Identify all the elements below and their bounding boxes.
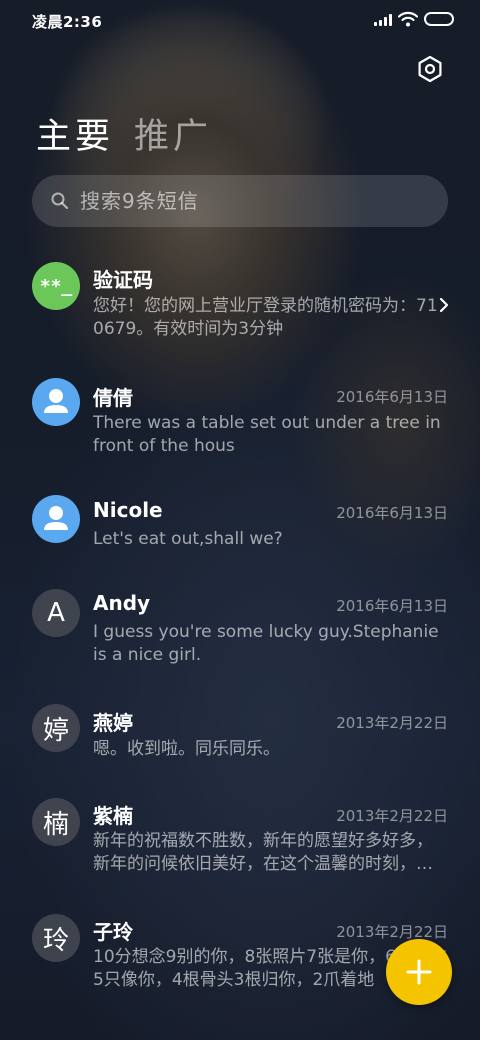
conversation-name: 子玲 [93, 920, 133, 944]
conversation-preview: I guess you're some lucky guy.Stephanie … [93, 622, 439, 665]
tab-bar: 主要 推广 [36, 108, 212, 158]
battery-icon [424, 12, 454, 26]
conversation-preview: There was a table set out under a tree i… [93, 413, 441, 456]
conversation-item[interactable]: A Andy 2016年6月13日 I guess you're some lu… [0, 586, 480, 686]
avatar-text: 楠 [42, 809, 69, 840]
avatar-text: 婷 [42, 715, 69, 746]
person-icon [44, 389, 68, 413]
avatar: **_ [32, 262, 80, 310]
avatar-text: **_ [39, 275, 73, 297]
conversation-date: 2016年6月13日 [336, 597, 448, 615]
conversation-name: 紫楠 [93, 804, 133, 828]
avatar: 婷 [32, 704, 80, 752]
conversation-item[interactable]: 婷 燕婷 2013年2月22日 嗯。收到啦。同乐同乐。 [0, 703, 480, 783]
conversation-item[interactable]: 楠 紫楠 2013年2月22日 新年的祝福数不胜数，新年的愿望好多好多，新年的问… [0, 796, 480, 896]
conversation-name: Nicole [93, 498, 163, 522]
conversation-date: 2016年6月13日 [336, 388, 448, 406]
conversation-preview: 嗯。收到啦。同乐同乐。 [93, 739, 280, 759]
wifi-icon [398, 11, 418, 27]
conversation-item[interactable]: 倩倩 2016年6月13日 There was a table set out … [0, 374, 480, 474]
conversation-preview: 新年的祝福数不胜数，新年的愿望好多好多，新年的问候依旧美好，在这个温馨的时刻，… [93, 831, 433, 874]
new-message-button[interactable] [386, 939, 452, 1005]
plus-icon [406, 959, 432, 985]
avatar [32, 378, 80, 426]
avatar: 玲 [32, 914, 80, 962]
gear-icon[interactable] [416, 55, 444, 83]
tab-promotions[interactable]: 推广 [134, 108, 212, 159]
status-time: 凌晨2:36 [32, 13, 103, 31]
conversation-name: 验证码 [93, 268, 153, 292]
tab-main[interactable]: 主要 [36, 108, 114, 159]
conversation-name: Andy [93, 591, 151, 615]
signal-icon [374, 14, 392, 26]
person-icon [44, 506, 68, 530]
conversation-name: 倩倩 [93, 386, 133, 410]
conversation-item[interactable]: Nicole 2016年6月13日 Let's eat out,shall we… [0, 492, 480, 572]
avatar: A [32, 589, 80, 637]
conversation-name: 燕婷 [93, 711, 133, 735]
conversation-date: 2013年2月22日 [336, 714, 448, 732]
conversation-preview: Let's eat out,shall we? [93, 529, 283, 549]
chevron-right-icon[interactable] [438, 296, 450, 314]
conversation-preview: 您好！您的网上营业厅登录的随机密码为：710679。有效时间为3分钟 [93, 296, 438, 339]
avatar: 楠 [32, 798, 80, 846]
avatar-text: A [47, 598, 65, 628]
conversation-date: 2013年2月22日 [336, 923, 448, 941]
avatar-text: 玲 [42, 925, 69, 956]
search-bar[interactable] [32, 175, 448, 227]
search-input[interactable] [80, 189, 420, 213]
avatar [32, 495, 80, 543]
search-icon [51, 192, 69, 210]
conversation-date: 2016年6月13日 [336, 504, 448, 522]
status-bar: 凌晨2:36 [0, 0, 480, 44]
conversation-item[interactable]: **_ 验证码 您好！您的网上营业厅登录的随机密码为：710679。有效时间为3… [0, 258, 480, 358]
conversation-date: 2013年2月22日 [336, 807, 448, 825]
